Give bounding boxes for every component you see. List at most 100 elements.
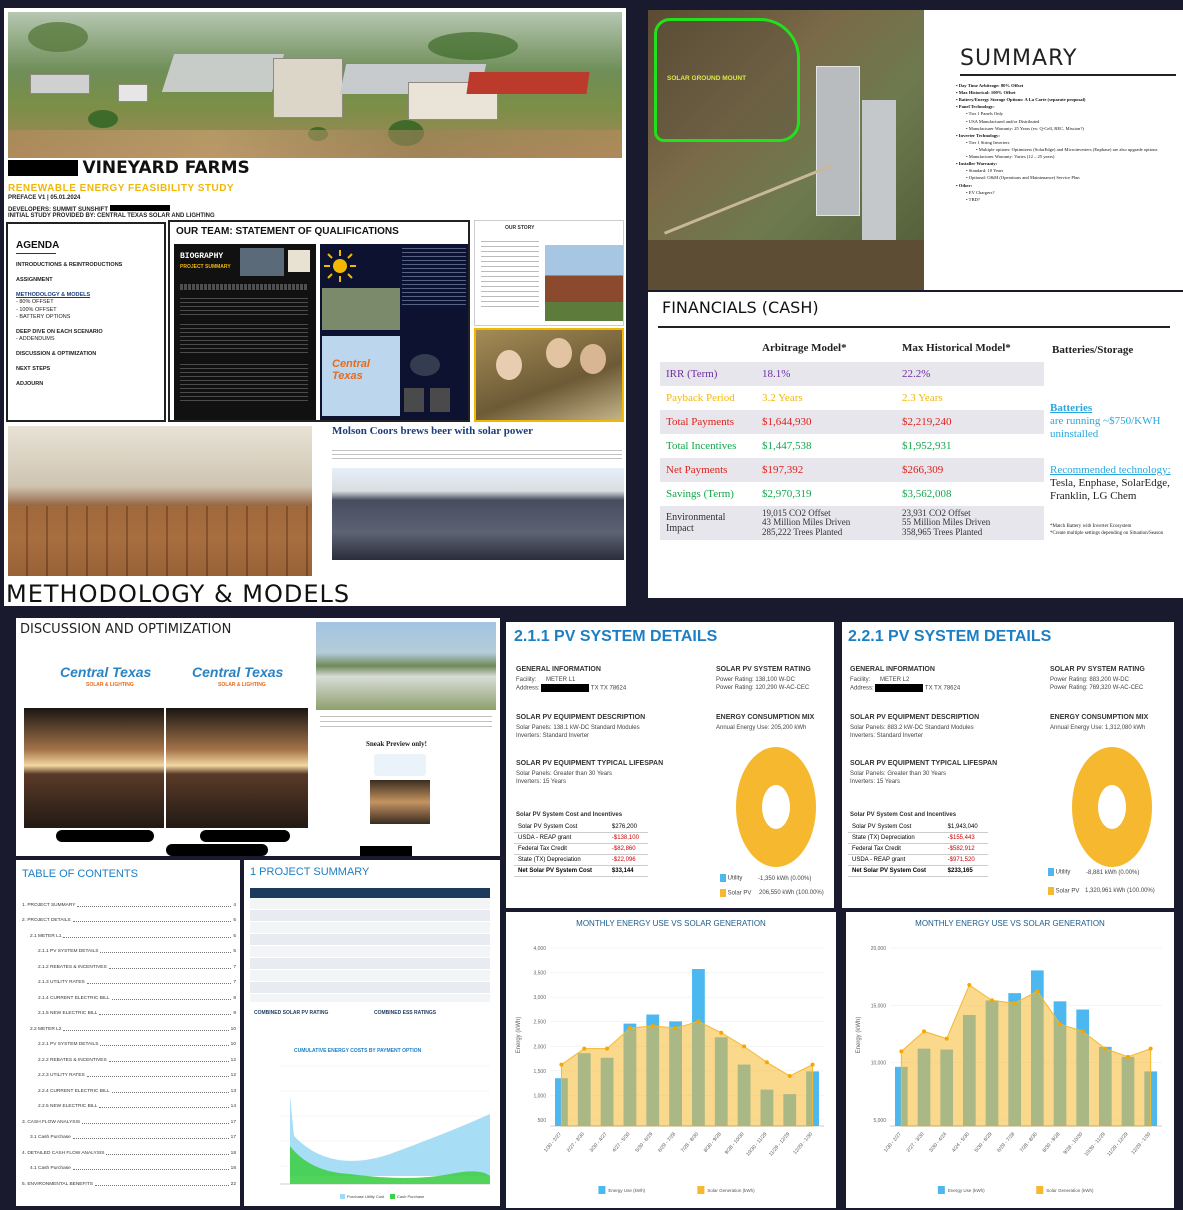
summary-item: • Day Time Arbitrage: 80% Offset bbox=[956, 83, 1024, 88]
team-box: OUR TEAM: STATEMENT OF QUALIFICATIONS BI… bbox=[168, 220, 470, 422]
agenda-item: ASSIGNMENT bbox=[16, 277, 53, 284]
sun-icon bbox=[322, 248, 358, 284]
toc-item[interactable]: 2.2.5 NEW ELECTRIC BILL 14 bbox=[22, 1094, 236, 1109]
y-tick-label: 5,000 bbox=[873, 1118, 886, 1124]
fin-arbitrage: 3.2 Years bbox=[762, 392, 803, 404]
agenda-item: DISCUSSION & OPTIMIZATION bbox=[16, 351, 97, 358]
summary-item: • Tier 1 Panels Only bbox=[966, 111, 1004, 117]
toc-leader bbox=[99, 1107, 229, 1108]
fin-arbitrage: $1,644,930 bbox=[756, 410, 896, 434]
toc-item-title: 2.1.1 PV SYSTEM DETAILS bbox=[38, 949, 99, 954]
toc-leader bbox=[108, 967, 232, 969]
our-story-panel: OUR STORY bbox=[474, 220, 624, 326]
solar-generation-point bbox=[944, 1036, 949, 1041]
toc-item[interactable]: 2.2.3 UTILITY RATES 12 bbox=[22, 1063, 236, 1078]
toc-item-title: 2.1.4 CURRENT ELECTRIC BILL bbox=[38, 995, 110, 1001]
pv2-equip-h: SOLAR PV EQUIPMENT DESCRIPTION bbox=[850, 714, 980, 721]
toc-item[interactable]: 2.2.1 PV SYSTEM DETAILS 10 bbox=[22, 1032, 236, 1047]
toc-item-page: 10 bbox=[230, 1042, 236, 1047]
toc-item[interactable]: 2.1.1 PV SYSTEM DETAILS 5 bbox=[22, 939, 236, 954]
solar-generation-point bbox=[1126, 1054, 1130, 1059]
toc-item[interactable]: 2.2 METER L2 10 bbox=[22, 1016, 236, 1032]
x-tick-label: 2/27 - 3/30 bbox=[566, 1131, 586, 1153]
toc-item[interactable]: 2.2.4 CURRENT ELECTRIC BILL 13 bbox=[22, 1078, 236, 1094]
fin-max: $266,309 bbox=[896, 458, 1044, 482]
toc-leader bbox=[82, 1122, 229, 1124]
toc-item-page: 5 bbox=[233, 918, 236, 923]
monthly-chart-2-panel: MONTHLY ENERGY USE VS SOLAR GENERATION En… bbox=[846, 912, 1174, 1208]
y-tick-label: 10,000 bbox=[871, 1061, 887, 1067]
toc-item[interactable]: 5. ENVIRONMENTAL BENEFITS 22 bbox=[22, 1171, 236, 1187]
recommended-title: Recommended technology: bbox=[1050, 464, 1171, 476]
toc-item[interactable]: 3.1 Cash Purchase 17 bbox=[22, 1125, 236, 1140]
toc-leader bbox=[72, 1138, 229, 1139]
toc-item[interactable]: 2.2.2 REBATES & INCENTIVES 12 bbox=[22, 1047, 236, 1063]
pv1-donut bbox=[732, 742, 820, 872]
monthly-energy-chart-1: MONTHLY ENERGY USE VS SOLAR GENERATION En… bbox=[516, 919, 824, 1194]
cost-row: Federal Tax Credit -$82,860 bbox=[514, 843, 648, 855]
toc-item[interactable]: 2.1.5 NEW ELECTRIC BILL 9 bbox=[22, 1001, 236, 1016]
toc-item[interactable]: 1. PROJECT SUMMARY 4 bbox=[22, 892, 236, 908]
pv-details-2: 2.2.1 PV SYSTEM DETAILS GENERAL INFORMAT… bbox=[842, 622, 1174, 908]
toc-panel: TABLE OF CONTENTS 1. PROJECT SUMMARY 4 2. … bbox=[16, 860, 240, 1206]
bio-label: BIOGRAPHY bbox=[180, 252, 224, 261]
purchase-utility-area bbox=[290, 1096, 490, 1176]
agenda-item: INTRODUCTIONS & REINTRODUCTIONS bbox=[16, 262, 123, 268]
solar-generation-point bbox=[967, 982, 972, 987]
pv2-utility-swatch bbox=[1048, 868, 1054, 876]
y-tick-label: 1,500 bbox=[533, 1069, 546, 1075]
y-tick-label: 1,000 bbox=[533, 1093, 546, 1099]
pv2-gen-info: GENERAL INFORMATION bbox=[850, 666, 935, 673]
chart-title: MONTHLY ENERGY USE VS SOLAR GENERATION bbox=[915, 919, 1105, 928]
team-heading: OUR TEAM: STATEMENT OF QUALIFICATIONS bbox=[176, 226, 399, 237]
toc-item[interactable]: 3. CASH FLOW ANALYSIS 17 bbox=[22, 1109, 236, 1125]
pv2-facility: Facility: bbox=[850, 677, 871, 683]
toc-item[interactable]: 2.1.2 REBATES & INCENTIVES 7 bbox=[22, 954, 236, 970]
vineyard-title-block: VINEYARD FARMS bbox=[8, 158, 250, 178]
toc-item-title: 4.1 Cash Purchase bbox=[30, 1166, 71, 1171]
toc-item[interactable]: 2.1.4 CURRENT ELECTRIC BILL 8 bbox=[22, 985, 236, 1001]
pv1-leg-solar-val: 206,550 kWh (100.00%) bbox=[759, 890, 824, 897]
pv1-equip-h: SOLAR PV EQUIPMENT DESCRIPTION bbox=[516, 714, 646, 721]
team-people-photo bbox=[474, 328, 624, 422]
toc-heading: TABLE OF CONTENTS bbox=[22, 868, 138, 880]
toc-item[interactable]: 2.1.3 UTILITY RATES 7 bbox=[22, 970, 236, 985]
combined-ess-label: COMBINED ESS RATINGS bbox=[374, 1010, 437, 1016]
fin-max: $2,219,240 bbox=[896, 410, 1044, 434]
toc-item[interactable]: 2.1 METER L1 5 bbox=[22, 923, 236, 939]
x-tick-label: 7/28 - 8/30 bbox=[680, 1131, 700, 1153]
y-tick-label: 20,000 bbox=[871, 946, 887, 952]
agenda-heading: AGENDA bbox=[16, 240, 60, 251]
pv1-panels: Solar Panels: 138.1 kW-DC Standard Modul… bbox=[516, 725, 640, 731]
toc-item[interactable]: 2. PROJECT DETAILS 5 bbox=[22, 908, 236, 923]
toc-item-page: 12 bbox=[230, 1073, 236, 1078]
barrel-room-photo bbox=[8, 426, 312, 576]
y-tick-label: 3,000 bbox=[533, 995, 546, 1001]
toc-item[interactable]: 4. DETAILED CASH FLOW ANALYSIS 18 bbox=[22, 1140, 236, 1156]
cumulative-cost-chart: Purchase Utility Cost Cash Purchase bbox=[280, 1065, 490, 1199]
cost-value: -$82,860 bbox=[607, 843, 648, 855]
toc-list: 1. PROJECT SUMMARY 4 2. PROJECT DETAILS 5 2.… bbox=[22, 892, 236, 1187]
cost-label: USDA - REAP grant bbox=[514, 832, 608, 844]
pv2-donut bbox=[1068, 742, 1156, 872]
toc-item[interactable]: 4.1 Cash Purchase 18 bbox=[22, 1156, 236, 1171]
toc-item-page: 10 bbox=[230, 1026, 236, 1032]
toc-item-title: 2.2.3 UTILITY RATES bbox=[38, 1073, 85, 1078]
fin-max: $3,562,008 bbox=[902, 488, 952, 500]
y-tick-label: 2,500 bbox=[533, 1020, 546, 1026]
summary-item: • Other: bbox=[956, 182, 973, 188]
team-photo bbox=[240, 248, 284, 276]
y-tick-label: 2,000 bbox=[533, 1044, 546, 1050]
solar-generation-point bbox=[990, 998, 994, 1003]
legend-energy-swatch bbox=[937, 1186, 945, 1194]
legend-energy-use: Energy Use (kWh) bbox=[608, 1188, 645, 1193]
team-family-photo bbox=[322, 288, 400, 330]
toc-item-page: 13 bbox=[230, 1088, 236, 1094]
discussion-heading: DISCUSSION AND OPTIMIZATION bbox=[20, 622, 232, 637]
cost-row: Solar PV System Cost $1,943,040 bbox=[848, 822, 988, 833]
batteries-title: Batteries bbox=[1050, 402, 1093, 414]
fin-arbitrage: $197,392 bbox=[756, 458, 896, 482]
toc-item-page: 7 bbox=[233, 964, 236, 970]
cost-net-row: Net Solar PV System Cost $233,165 bbox=[848, 865, 988, 877]
pv2-rating-h: SOLAR PV SYSTEM RATING bbox=[1050, 666, 1145, 673]
